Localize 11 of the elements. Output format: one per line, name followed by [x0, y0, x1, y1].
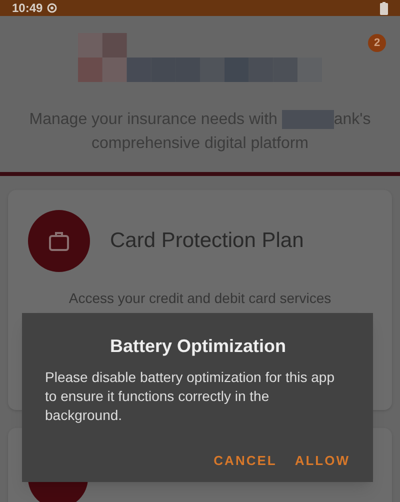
dialog-title: Battery Optimization — [109, 335, 288, 358]
dialog-button[interactable]: ALLOW — [294, 451, 350, 470]
battery-icon — [380, 2, 388, 14]
dialog-button[interactable]: CANCEL — [214, 451, 277, 470]
notification-badge: 2 — [368, 34, 386, 52]
logo-icon — [78, 33, 322, 82]
status-icon — [46, 3, 57, 13]
clock-time: 10:49 — [12, 2, 43, 14]
card-title: Card Protection Plan — [110, 228, 304, 254]
redaction-block — [282, 110, 334, 130]
briefcase-icon — [47, 229, 71, 253]
